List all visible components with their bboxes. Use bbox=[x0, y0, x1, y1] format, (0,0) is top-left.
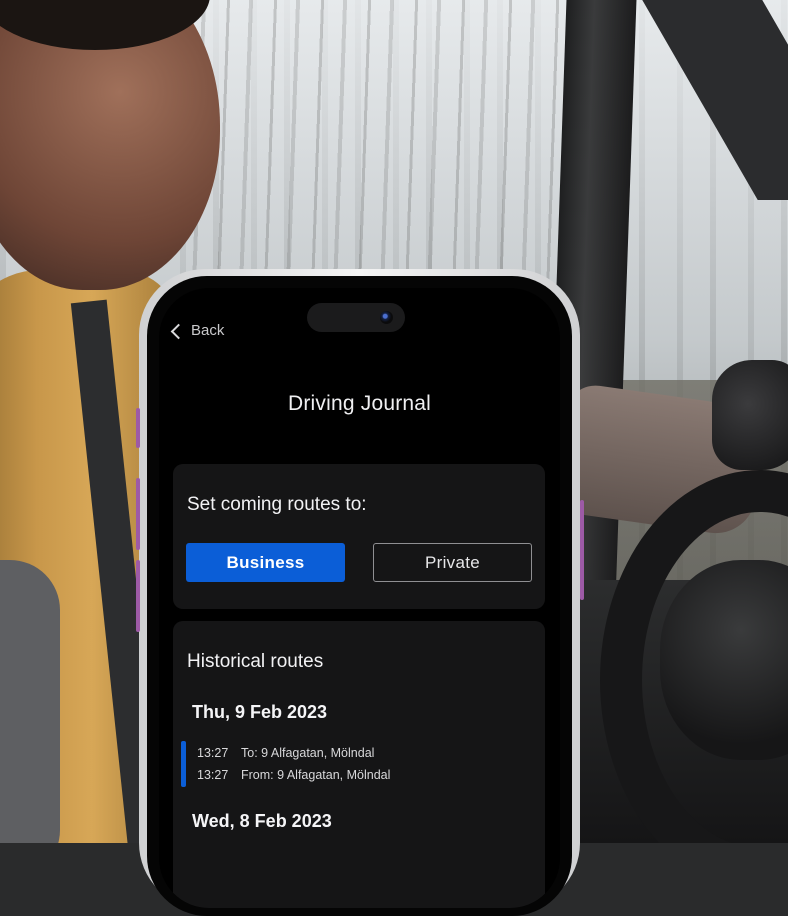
chevron-left-icon bbox=[170, 323, 187, 339]
trip-category-bar bbox=[181, 741, 186, 787]
historical-routes-card: Historical routes Thu, 9 Feb 2023 13:27 … bbox=[173, 621, 545, 908]
dynamic-island bbox=[307, 303, 405, 332]
day-heading: Wed, 8 Feb 2023 bbox=[192, 811, 332, 831]
trip-entry[interactable]: 13:27 To: 9 Alfagatan, Mölndal 13:27 Fro… bbox=[181, 739, 521, 787]
phone-screen: Back Driving Journal Set coming routes t… bbox=[159, 288, 560, 908]
car-roof-frame bbox=[642, 0, 788, 200]
trip-row: 13:27 To: 9 Alfagatan, Mölndal bbox=[197, 746, 374, 760]
driver-sleeve bbox=[0, 560, 60, 843]
phone-side-button bbox=[136, 560, 140, 632]
business-button[interactable]: Business bbox=[186, 543, 345, 582]
driver-glove bbox=[712, 360, 788, 470]
historical-routes-heading: Historical routes bbox=[187, 651, 324, 672]
trip-origin: From: 9 Alfagatan, Mölndal bbox=[241, 768, 391, 782]
trip-time: 13:27 bbox=[197, 768, 229, 782]
route-setting-heading: Set coming routes to: bbox=[187, 494, 367, 515]
phone-side-button bbox=[580, 500, 584, 600]
page-title: Driving Journal bbox=[287, 392, 432, 415]
day-heading: Thu, 9 Feb 2023 bbox=[192, 702, 328, 722]
phone-side-button bbox=[136, 408, 140, 448]
back-label: Back bbox=[191, 322, 225, 339]
trip-destination: To: 9 Alfagatan, Mölndal bbox=[241, 746, 375, 760]
camera-icon bbox=[380, 311, 393, 324]
trip-time: 13:27 bbox=[197, 746, 229, 760]
trip-row: 13:27 From: 9 Alfagatan, Mölndal bbox=[197, 768, 390, 782]
phone-side-button bbox=[136, 478, 140, 550]
private-button[interactable]: Private bbox=[373, 543, 532, 582]
route-setting-card: Set coming routes to: Business Private bbox=[173, 464, 545, 609]
back-button[interactable]: Back bbox=[170, 322, 225, 339]
